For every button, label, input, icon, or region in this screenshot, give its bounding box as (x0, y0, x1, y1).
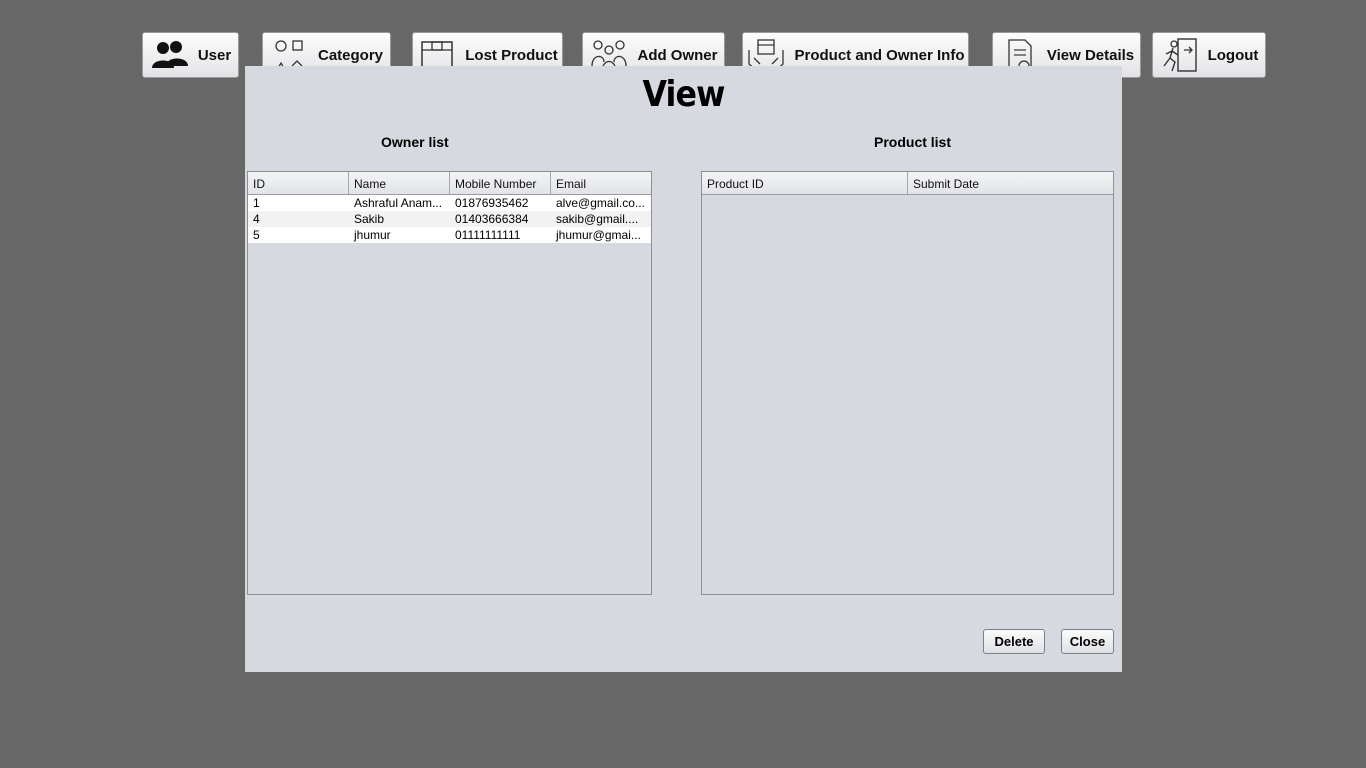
nav-user-label: User (197, 46, 232, 64)
column-header-name[interactable]: Name (349, 172, 450, 194)
table-row[interactable]: 4 Sakib 01403666384 sakib@gmail.... (248, 211, 651, 227)
cell-name: Ashraful Anam... (354, 196, 443, 210)
users-icon (150, 36, 190, 74)
exit-icon (1160, 36, 1200, 74)
nav-add-owner-label: Add Owner (637, 46, 718, 64)
column-header-product-id[interactable]: Product ID (702, 172, 908, 194)
cell-mobile: 01403666384 (455, 212, 529, 226)
nav-logout-button[interactable]: Logout (1152, 32, 1266, 78)
cell-mobile: 01876935462 (455, 196, 529, 210)
cell-id: 1 (253, 196, 260, 210)
cell-name: jhumur (354, 228, 391, 242)
cell-id: 4 (253, 212, 260, 226)
cell-mobile: 01111111111 (455, 228, 521, 242)
cell-id: 5 (253, 228, 260, 242)
nav-view-details-label: View Details (1046, 46, 1135, 64)
owner-list-title: Owner list (381, 134, 449, 150)
owner-table[interactable]: ID Name Mobile Number Email 1 Ashraful A… (247, 171, 652, 595)
column-header-id[interactable]: ID (248, 172, 349, 194)
close-button[interactable]: Close (1061, 629, 1114, 654)
cell-email: sakib@gmail.... (556, 212, 639, 226)
nav-product-owner-info-label: Product and Owner Info (794, 46, 965, 64)
product-list-title: Product list (874, 134, 952, 150)
delete-button[interactable]: Delete (983, 629, 1045, 654)
view-panel: View Owner list Product list ID Name Mob… (245, 66, 1122, 672)
column-header-mobile[interactable]: Mobile Number (450, 172, 551, 194)
column-header-email[interactable]: Email (551, 172, 651, 194)
nav-lost-product-label: Lost Product (465, 46, 558, 64)
product-table-header: Product ID Submit Date (702, 172, 1113, 195)
nav-logout-label: Logout (1207, 46, 1259, 64)
table-row[interactable]: 5 jhumur 01111111111 jhumur@gmai... (248, 227, 651, 243)
cell-name: Sakib (354, 212, 385, 226)
cell-email: jhumur@gmai... (556, 228, 641, 242)
cell-email: alve@gmail.co... (556, 196, 645, 210)
table-row[interactable]: 1 Ashraful Anam... 01876935462 alve@gmai… (248, 195, 651, 211)
owner-table-header: ID Name Mobile Number Email (248, 172, 651, 195)
page-title: View (642, 74, 725, 115)
nav-user-button[interactable]: User (142, 32, 239, 78)
nav-category-label: Category (317, 46, 384, 64)
product-table[interactable]: Product ID Submit Date (701, 171, 1114, 595)
column-header-submit-date[interactable]: Submit Date (908, 172, 1113, 194)
